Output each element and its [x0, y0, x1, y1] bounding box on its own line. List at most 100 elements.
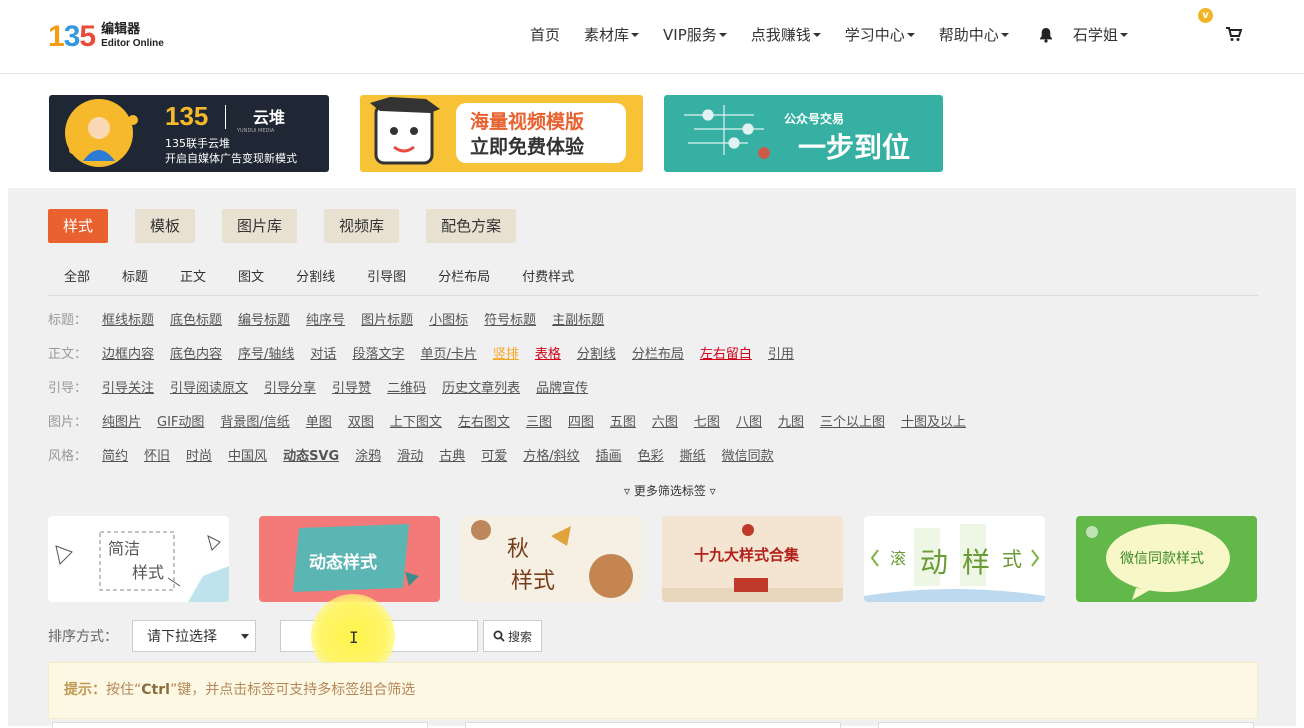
result-card[interactable] [878, 722, 1254, 728]
filter-tag[interactable]: 分栏布局 [632, 343, 684, 362]
filter-tag[interactable]: 简约 [102, 445, 128, 464]
filter-tag[interactable]: 引导阅读原文 [170, 377, 248, 396]
filter-tag[interactable]: 表格 [535, 343, 561, 362]
tip-text-before: 按住“ [106, 682, 142, 698]
feature-card-19th[interactable]: 十九大样式合集 [662, 516, 843, 602]
filter-tag[interactable]: 六图 [652, 411, 678, 430]
filter-tag[interactable]: 时尚 [186, 445, 212, 464]
filter-tag[interactable]: 引导赞 [332, 377, 371, 396]
filter-tag[interactable]: 怀旧 [144, 445, 170, 464]
filter-tag[interactable]: 段落文字 [352, 343, 404, 362]
filter-row-body: 正文： 边框内容 底色内容 序号/轴线 对话 段落文字 单页/卡片 竖排 表格 … [48, 343, 810, 362]
filter-tag[interactable]: 对话 [310, 343, 336, 362]
filter-tag[interactable]: 涂鸦 [355, 445, 381, 464]
filter-tag[interactable]: GIF动图 [157, 411, 204, 430]
subcat-divider[interactable]: 分割线 [296, 266, 335, 285]
more-filters-toggle[interactable]: ▿ 更多筛选标签 ▿ [624, 482, 716, 499]
nav-materials[interactable]: 素材库 [584, 24, 640, 45]
search-button[interactable]: 搜索 [483, 620, 543, 652]
nav-help[interactable]: 帮助中心 [939, 24, 1009, 45]
filter-tag[interactable]: 竖排 [493, 343, 519, 362]
bell-icon[interactable] [1039, 27, 1053, 43]
result-card[interactable] [465, 722, 841, 728]
filter-tag[interactable]: 图片标题 [361, 309, 413, 328]
tab-videos[interactable]: 视频库 [324, 209, 400, 243]
filter-tag[interactable]: 双图 [348, 411, 374, 430]
subcat-all[interactable]: 全部 [64, 266, 90, 285]
filter-tag[interactable]: 滑动 [397, 445, 423, 464]
filter-tag[interactable]: 符号标题 [484, 309, 536, 328]
cart-icon[interactable] [1226, 27, 1242, 42]
tab-images[interactable]: 图片库 [222, 209, 298, 243]
filter-tag[interactable]: 编号标题 [238, 309, 290, 328]
sort-select[interactable]: 请下拉选择 [132, 620, 256, 652]
filter-tag[interactable]: 九图 [778, 411, 804, 430]
filter-tag[interactable]: 十图及以上 [901, 411, 966, 430]
filter-tag[interactable]: 左右留白 [700, 343, 752, 362]
filter-tag[interactable]: 主副标题 [552, 309, 604, 328]
filter-tag[interactable]: 引用 [768, 343, 794, 362]
feature-card-autumn[interactable]: 秋 样式 [461, 516, 642, 602]
filter-tag[interactable]: 底色标题 [170, 309, 222, 328]
text-cursor-icon: I [349, 628, 359, 647]
filter-tag[interactable]: 边框内容 [102, 343, 154, 362]
subcat-columns[interactable]: 分栏布局 [438, 266, 490, 285]
filter-tag[interactable]: 左右图文 [458, 411, 510, 430]
filter-tag[interactable]: 分割线 [577, 343, 616, 362]
filter-tag[interactable]: 色彩 [638, 445, 664, 464]
feature-card-wechat[interactable]: 微信同款样式 [1076, 516, 1257, 602]
feature-card-scroll[interactable]: 滚 动 样 式 [864, 516, 1045, 602]
filter-tag[interactable]: 撕纸 [680, 445, 706, 464]
tab-color-schemes[interactable]: 配色方案 [426, 209, 517, 243]
nav-learn[interactable]: 学习中心 [845, 24, 915, 45]
filter-tag[interactable]: 古典 [439, 445, 465, 464]
tab-templates[interactable]: 模板 [135, 209, 196, 243]
filter-tag[interactable]: 单页/卡片 [420, 343, 476, 362]
filter-tag[interactable]: 七图 [694, 411, 720, 430]
filter-tag[interactable]: 二维码 [387, 377, 426, 396]
filter-row-style: 风格： 简约 怀旧 时尚 中国风 动态SVG 涂鸦 滑动 古典 可爱 方格/斜纹… [48, 445, 790, 464]
filter-tag[interactable]: 小图标 [429, 309, 468, 328]
filter-tag[interactable]: 序号/轴线 [238, 343, 294, 362]
filter-tag[interactable]: 可爱 [481, 445, 507, 464]
logo[interactable]: 135 编辑器 Editor Online [48, 20, 164, 54]
filter-tag[interactable]: 三个以上图 [820, 411, 885, 430]
nav-home[interactable]: 首页 [530, 24, 560, 45]
filter-tag[interactable]: 四图 [568, 411, 594, 430]
filter-tag[interactable]: 五图 [610, 411, 636, 430]
filter-tag[interactable]: 底色内容 [170, 343, 222, 362]
filter-tag[interactable]: 微信同款 [722, 445, 774, 464]
filter-tag[interactable]: 中国风 [228, 445, 267, 464]
filter-tag[interactable]: 动态SVG [283, 445, 339, 464]
user-menu[interactable]: 石学姐 [1073, 24, 1128, 45]
tab-styles[interactable]: 样式 [48, 209, 109, 243]
subcat-guide[interactable]: 引导图 [367, 266, 406, 285]
feature-card-dynamic[interactable]: 动态样式 [259, 516, 440, 602]
filter-tag[interactable]: 方格/斜纹 [523, 445, 579, 464]
result-card[interactable] [52, 722, 428, 728]
filter-tag[interactable]: 三图 [526, 411, 552, 430]
filter-tag[interactable]: 背景图/信纸 [220, 411, 289, 430]
filter-tag[interactable]: 插画 [596, 445, 622, 464]
filter-tag[interactable]: 引导关注 [102, 377, 154, 396]
feature-card-simple[interactable]: 简洁 样式 [48, 516, 229, 602]
subcat-image-text[interactable]: 图文 [238, 266, 264, 285]
filter-tag[interactable]: 上下图文 [390, 411, 442, 430]
filter-tag[interactable]: 八图 [736, 411, 762, 430]
nav-earn[interactable]: 点我赚钱 [751, 24, 821, 45]
filter-tag[interactable]: 引导分享 [264, 377, 316, 396]
nav-vip[interactable]: VIP服务 [663, 24, 727, 45]
tip-key: Ctrl [141, 682, 170, 698]
filter-tag[interactable]: 品牌宣传 [536, 377, 588, 396]
filter-tag[interactable]: 单图 [306, 411, 332, 430]
filter-tag[interactable]: 纯序号 [306, 309, 345, 328]
banner-yundui[interactable]: 135 云堆 YUNDUI MEDIA 135联手云堆 开启自媒体广告变现新模式 [49, 95, 329, 172]
filter-tag[interactable]: 框线标题 [102, 309, 154, 328]
subcat-title[interactable]: 标题 [122, 266, 148, 285]
filter-tag[interactable]: 纯图片 [102, 411, 141, 430]
banner-account-trade[interactable]: 公众号交易 一步到位 [664, 95, 943, 172]
banner-video-templates[interactable]: 海量视频模版 立即免费体验 [360, 95, 643, 172]
subcat-body[interactable]: 正文 [180, 266, 206, 285]
subcat-paid[interactable]: 付费样式 [522, 266, 574, 285]
filter-tag[interactable]: 历史文章列表 [442, 377, 520, 396]
